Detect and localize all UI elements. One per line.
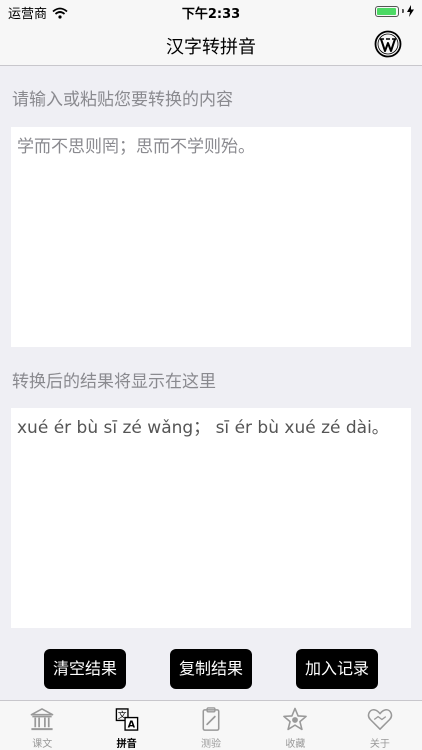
copy-results-button[interactable]: 复制结果 (170, 649, 252, 689)
tab-pinyin[interactable]: 文 A 拼音 (84, 701, 168, 750)
status-time: 下午2:33 (181, 7, 241, 22)
star-icon (283, 707, 308, 731)
battery-icon (375, 5, 399, 17)
charging-icon (407, 5, 414, 17)
nav-bar: 汉字转拼音 (0, 22, 422, 66)
output-textarea[interactable]: xué ér bù sī zé wǎng； sī ér bù xué zé dà… (11, 408, 411, 628)
tab-bar: 课文 文 A 拼音 测验 收藏 关于 (0, 700, 422, 750)
input-textarea[interactable]: 学而不思则罔；思而不学则殆。 (11, 127, 411, 347)
input-label: 请输入或粘贴您要转换的内容 (12, 90, 233, 110)
tab-favorites[interactable]: 收藏 (253, 701, 337, 750)
status-right (375, 5, 414, 17)
wordpress-icon[interactable] (374, 30, 402, 58)
output-label: 转换后的结果将显示在这里 (12, 372, 216, 392)
clipboard-icon (202, 707, 220, 731)
svg-text:A: A (127, 720, 135, 731)
tab-about[interactable]: 关于 (338, 701, 422, 750)
tab-label-lessons: 课文 (32, 739, 53, 750)
tab-lessons[interactable]: 课文 (0, 701, 84, 750)
clear-results-button[interactable]: 清空结果 (44, 649, 126, 689)
tab-label-pinyin: 拼音 (116, 739, 137, 750)
add-record-button[interactable]: 加入记录 (296, 649, 378, 689)
handshake-icon (367, 709, 392, 730)
tab-quiz[interactable]: 测验 (169, 701, 253, 750)
translate-icon: 文 A (115, 708, 138, 731)
tab-label-favorites: 收藏 (285, 739, 306, 750)
page-title: 汉字转拼音 (166, 37, 256, 58)
tab-label-about: 关于 (369, 739, 390, 750)
status-bar: 运营商 下午2:33 (0, 0, 422, 22)
battery-nub (402, 9, 404, 13)
temple-icon (30, 708, 54, 731)
tab-label-quiz: 测验 (201, 739, 222, 750)
